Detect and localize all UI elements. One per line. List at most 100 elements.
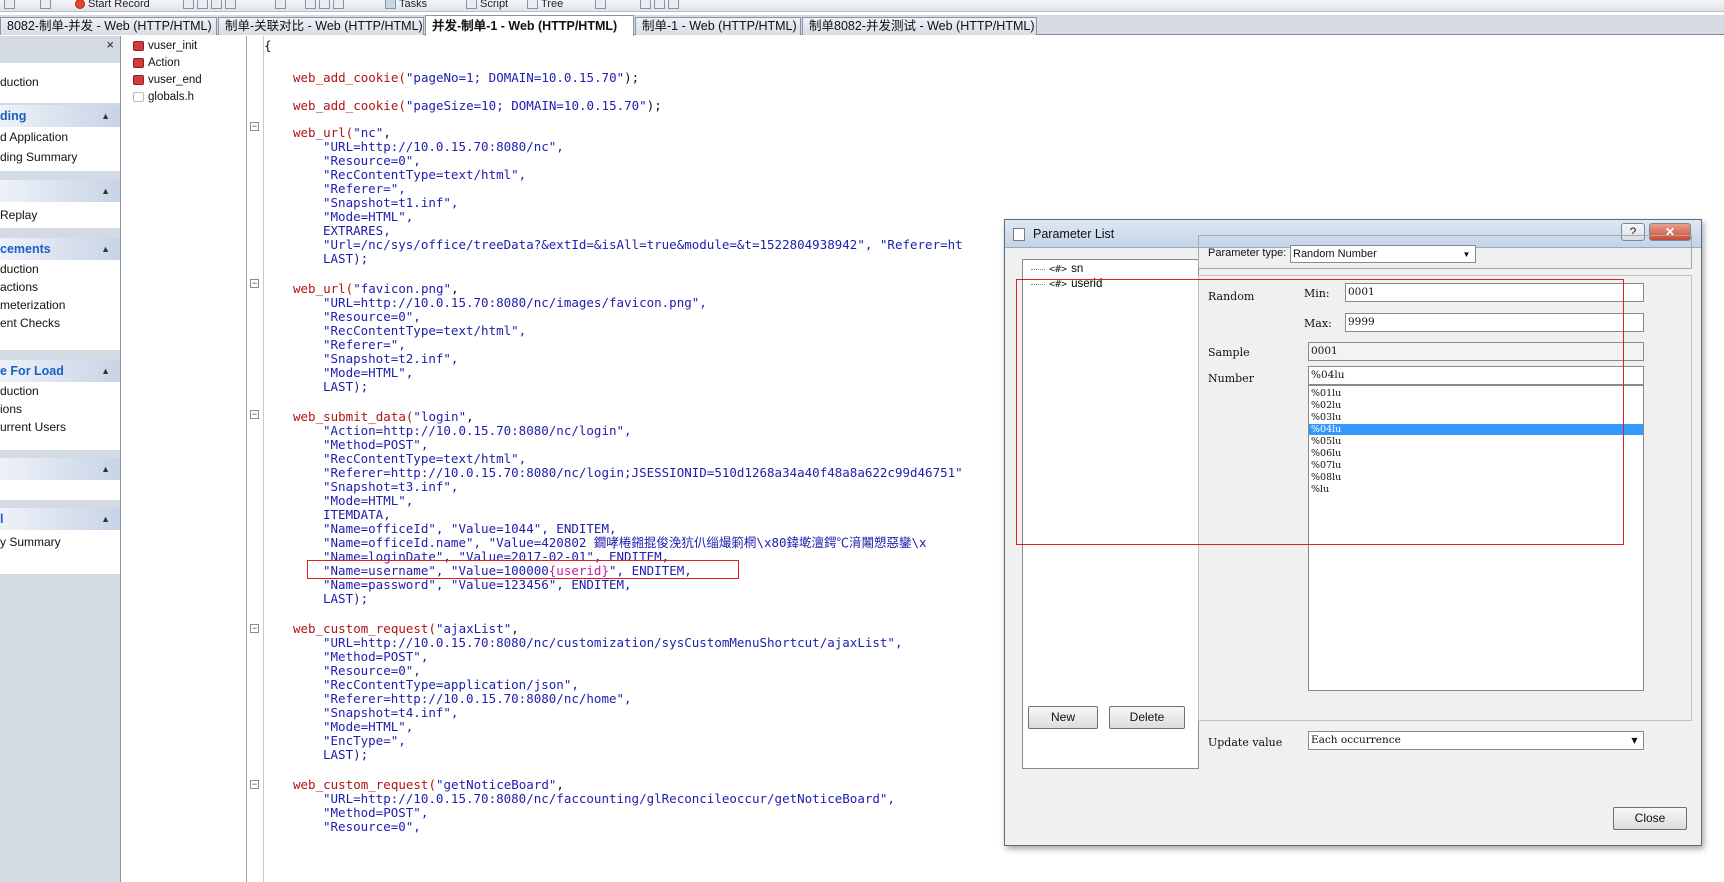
document-icon	[1013, 228, 1025, 241]
code-line: "EncType=",	[323, 733, 406, 748]
toolbar-misc[interactable]	[595, 0, 606, 10]
fold-toggle-icon[interactable]: −	[250, 624, 259, 633]
file-label: Action	[148, 57, 180, 69]
task-section-header[interactable]: ding ▲	[0, 105, 120, 127]
code-line: "Referer=",	[323, 181, 406, 196]
collapse-icon: ▲	[101, 366, 110, 376]
task-section-intro: duction	[0, 63, 120, 103]
task-section-header[interactable]: cements ▲	[0, 238, 120, 260]
toolbar-compile[interactable]	[275, 0, 286, 10]
task-item[interactable]: y Summary	[0, 532, 120, 552]
task-section-prepare-load: e For Load ▲ duction ions urrent Users	[0, 360, 120, 450]
function-name: web_custom_request(	[293, 621, 436, 636]
action-file-icon	[133, 58, 144, 68]
fold-toggle-icon[interactable]: −	[250, 410, 259, 419]
delete-parameter-button[interactable]: Delete	[1109, 706, 1185, 729]
tree-view-button[interactable]: Tree	[527, 0, 563, 10]
tab-concurrent-1[interactable]: 并发-制单-1 - Web (HTTP/HTML)	[425, 15, 634, 36]
task-item-introduction[interactable]: duction	[0, 72, 120, 92]
parameter-item-sn[interactable]: <#> sn	[1031, 262, 1083, 277]
punctuation: );	[624, 70, 640, 85]
script-file-tree: vuser_init Action vuser_end globals.h	[121, 36, 247, 882]
collapse-icon: ▲	[101, 464, 110, 474]
file-vuser-init[interactable]: vuser_init	[133, 38, 197, 54]
string-literal: "favicon.png"	[353, 281, 452, 296]
function-name: web_url(	[293, 125, 354, 140]
task-item[interactable]: d Application	[0, 127, 120, 147]
code-line: "Snapshot=t3.inf",	[323, 479, 459, 494]
code-line: "Snapshot=t2.inf",	[323, 351, 459, 366]
code-line: web_custom_request("ajaxList",	[293, 621, 519, 636]
new-parameter-button[interactable]: New	[1028, 706, 1098, 729]
file-label: vuser_end	[148, 74, 202, 86]
toolbar-save[interactable]	[4, 0, 15, 10]
tab-order-1[interactable]: 制单-1 - Web (HTTP/HTML)	[635, 17, 801, 35]
pause-icon	[211, 0, 222, 9]
task-item[interactable]: ent Checks	[0, 314, 120, 332]
code-line: "Resource=0",	[323, 153, 421, 168]
task-item[interactable]: urrent Users	[0, 418, 120, 436]
toolbar-extra[interactable]	[640, 0, 679, 10]
update-value-select[interactable]: Each occurrence ▼	[1308, 731, 1644, 750]
copy-icon	[654, 0, 665, 9]
task-item[interactable]: duction	[0, 260, 120, 278]
task-item[interactable]: Replay	[0, 205, 120, 225]
task-section-empty: ▲	[0, 458, 120, 500]
tasks-button[interactable]: Tasks	[385, 0, 427, 10]
code-line: "Name=officeId", "Value=1044", ENDITEM,	[323, 521, 617, 536]
punctuation: ,	[451, 281, 459, 296]
task-section-header[interactable]: e For Load ▲	[0, 360, 120, 382]
punctuation: );	[646, 98, 662, 113]
code-line: "RecContentType=application/json",	[323, 677, 579, 692]
tab-8082-concurrent-test[interactable]: 制单8082-并发测试 - Web (HTTP/HTML)	[802, 17, 1037, 35]
code-line: "Name=password", "Value=123456", ENDITEM…	[323, 577, 632, 592]
code-line: "Url=/nc/sys/office/treeData?&extId=&isA…	[323, 237, 963, 252]
task-section-replay: ▲ Replay	[0, 180, 120, 228]
string-literal: "login"	[413, 409, 467, 424]
string-literal: "nc"	[353, 125, 384, 140]
parameter-type-select[interactable]: Random Number ▼	[1290, 245, 1476, 263]
code-line: "RecContentType=text/html",	[323, 451, 527, 466]
function-name: web_custom_request(	[293, 777, 436, 792]
update-value-current: Each occurrence	[1311, 734, 1401, 746]
task-item[interactable]: actions	[0, 278, 120, 296]
file-vuser-end[interactable]: vuser_end	[133, 72, 202, 88]
task-section-header[interactable]: ▲	[0, 180, 120, 202]
close-button[interactable]: Close	[1613, 807, 1687, 830]
section-title: e For Load	[0, 364, 64, 378]
fold-toggle-icon[interactable]: −	[250, 122, 259, 131]
code-line: {	[264, 38, 272, 53]
file-label: globals.h	[148, 91, 195, 103]
code-line: "Referer=http://10.0.15.70:8080/nc/login…	[323, 465, 963, 480]
tree-icon	[527, 0, 538, 9]
task-item[interactable]: ding Summary	[0, 147, 120, 167]
code-line: web_url("favicon.png",	[293, 281, 459, 296]
highlight-box-username	[307, 560, 739, 579]
task-section-header[interactable]: l ▲	[0, 508, 120, 530]
code-line: EXTRARES,	[323, 223, 391, 238]
code-line: "Mode=HTML",	[323, 719, 414, 734]
code-line: LAST);	[323, 591, 369, 606]
close-icon[interactable]: ×	[106, 38, 114, 51]
task-section-recording: ding ▲ d Application ding Summary	[0, 105, 120, 171]
file-action[interactable]: Action	[133, 55, 180, 71]
fold-toggle-icon[interactable]: −	[250, 279, 259, 288]
start-record-button[interactable]: Start Record	[75, 0, 150, 10]
stop-icon	[197, 0, 208, 9]
tab-correlation-compare[interactable]: 制单-关联对比 - Web (HTTP/HTML)	[218, 17, 424, 35]
toolbar-play[interactable]	[183, 0, 236, 10]
code-line: "URL=http://10.0.15.70:8080/nc/customiza…	[323, 635, 903, 650]
tab-8082-concurrent[interactable]: 8082-制单-并发 - Web (HTTP/HTML)	[0, 17, 217, 35]
chevron-down-icon: ▼	[1462, 250, 1471, 259]
code-line: "URL=http://10.0.15.70:8080/nc",	[323, 139, 564, 154]
toolbar-tools[interactable]	[305, 0, 344, 10]
task-section-header[interactable]: ▲	[0, 458, 120, 480]
parameter-type-value: Random Number	[1293, 248, 1377, 260]
task-item[interactable]: duction	[0, 382, 120, 400]
task-item[interactable]: meterization	[0, 296, 120, 314]
file-globals[interactable]: globals.h	[133, 89, 194, 105]
toolbar-find[interactable]	[40, 0, 51, 10]
fold-toggle-icon[interactable]: −	[250, 780, 259, 789]
task-item[interactable]: ions	[0, 400, 120, 418]
script-view-button[interactable]: Script	[466, 0, 508, 10]
